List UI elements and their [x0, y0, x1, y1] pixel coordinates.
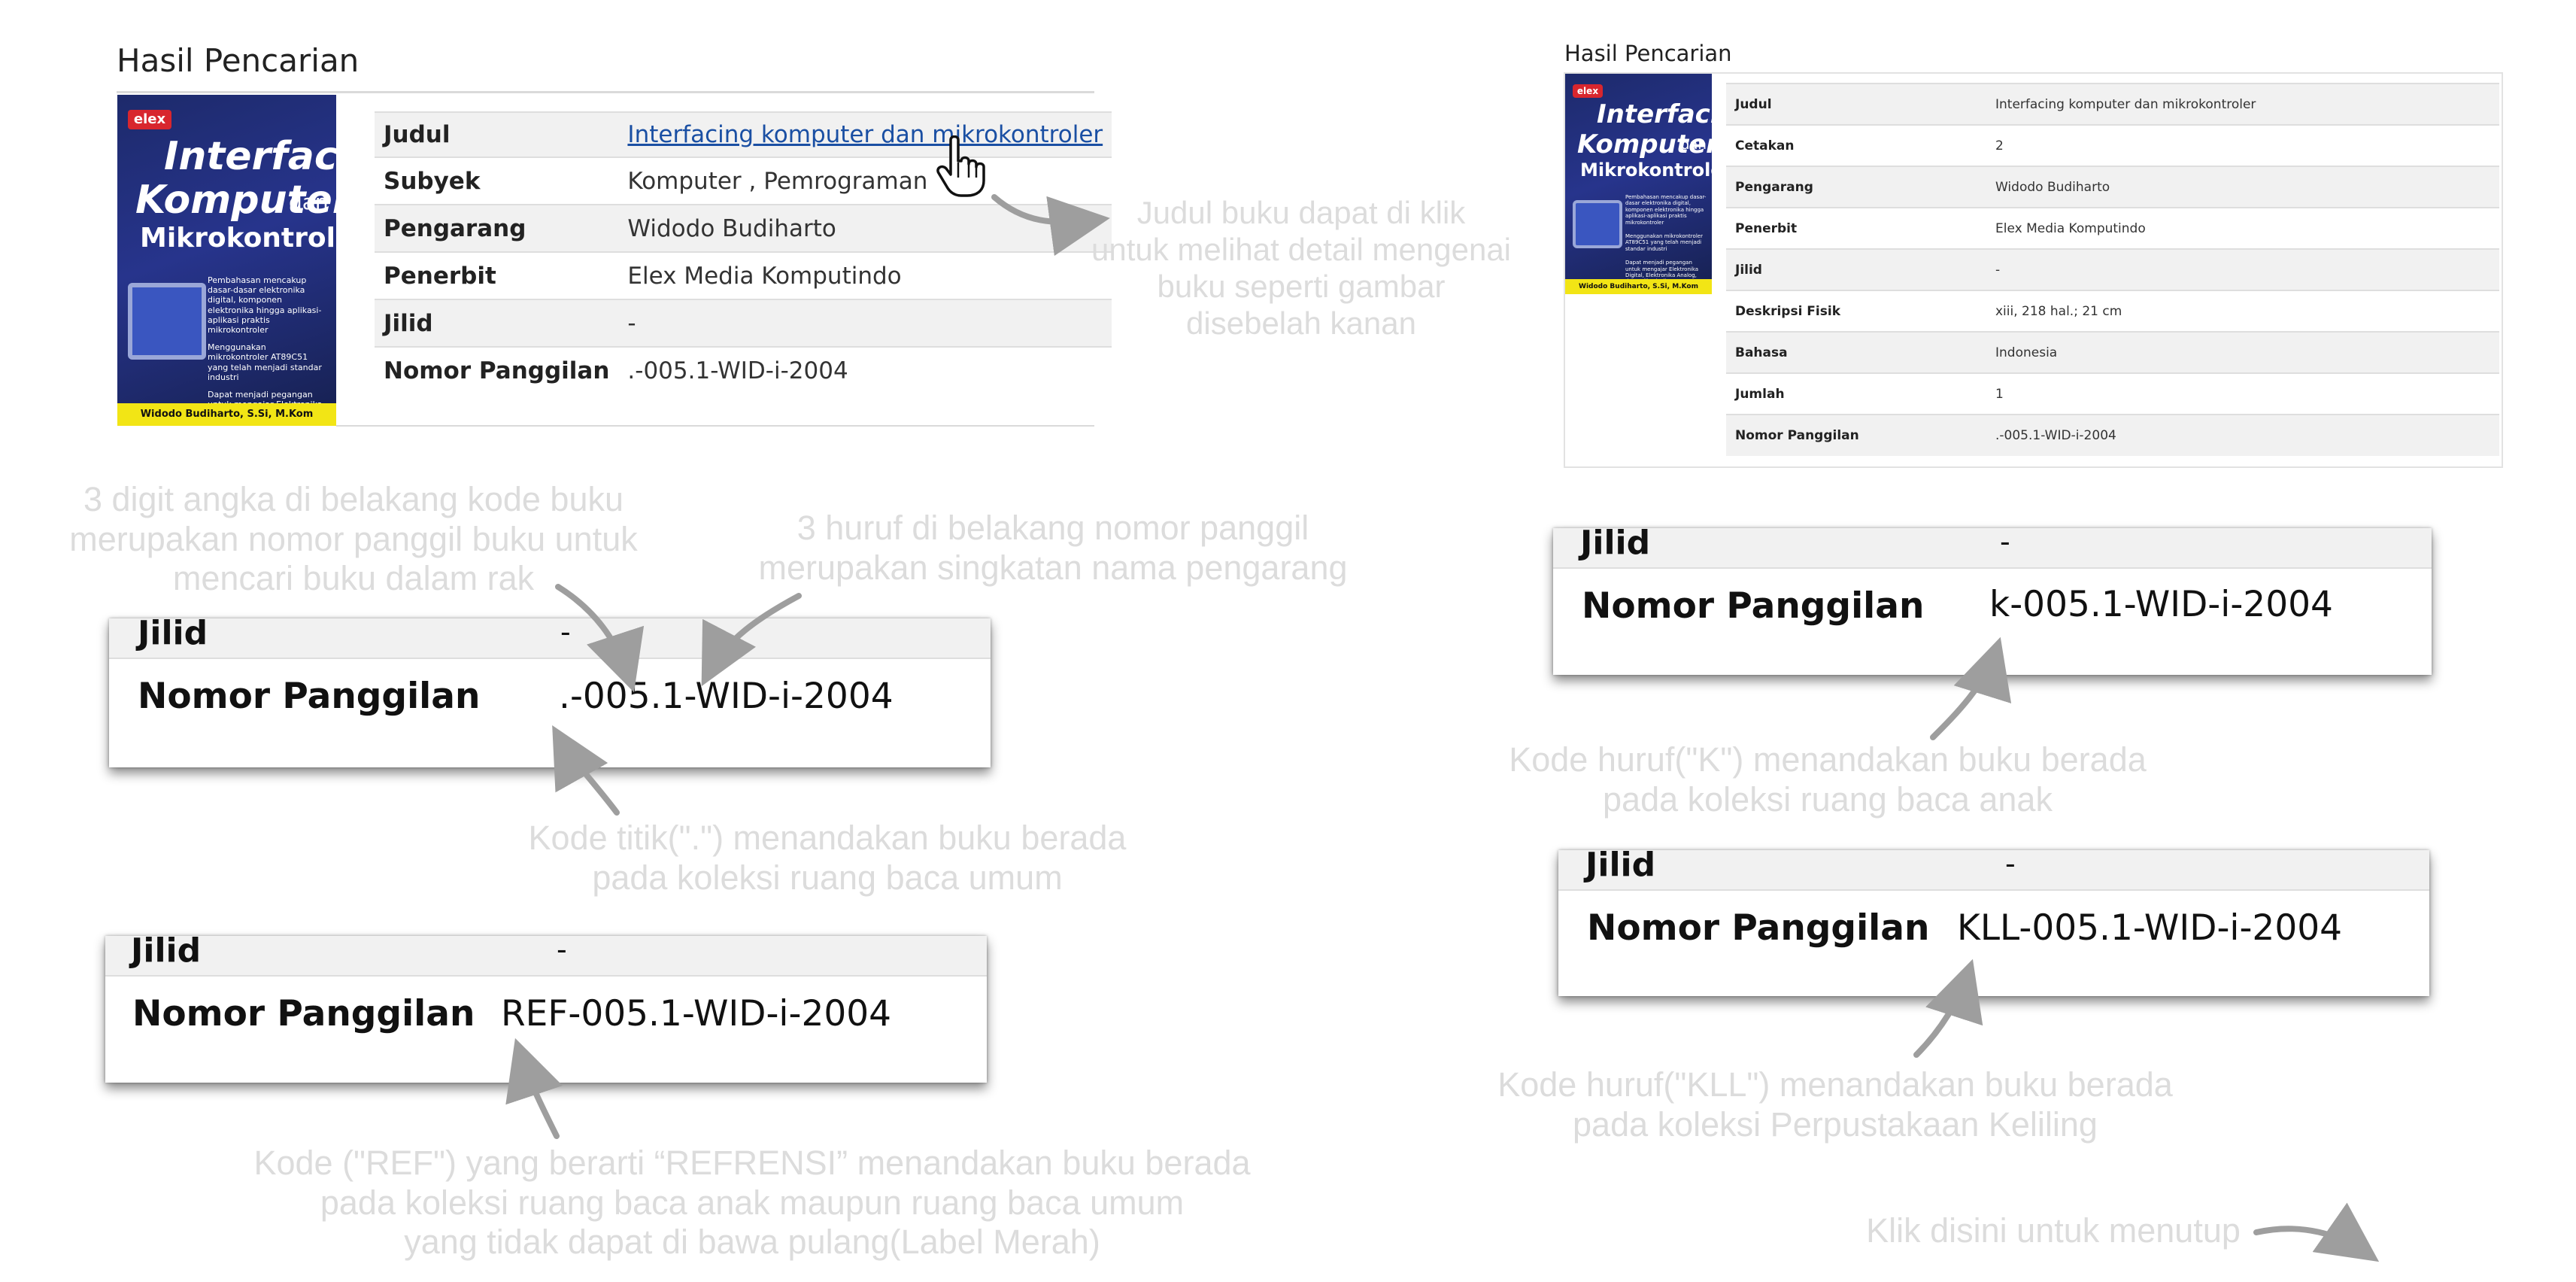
arrow-title-link	[991, 194, 1110, 257]
arrow-kll-code	[1913, 958, 1983, 1058]
arrow-k-code	[1930, 636, 2012, 740]
arrow-close	[2253, 1202, 2380, 1262]
arrow-ref-code	[505, 1037, 563, 1139]
arrow-three-letter	[701, 593, 802, 687]
arrow-dot-code	[552, 725, 620, 816]
arrow-three-digit	[555, 584, 645, 693]
annotation-arrows	[505, 194, 2380, 1262]
